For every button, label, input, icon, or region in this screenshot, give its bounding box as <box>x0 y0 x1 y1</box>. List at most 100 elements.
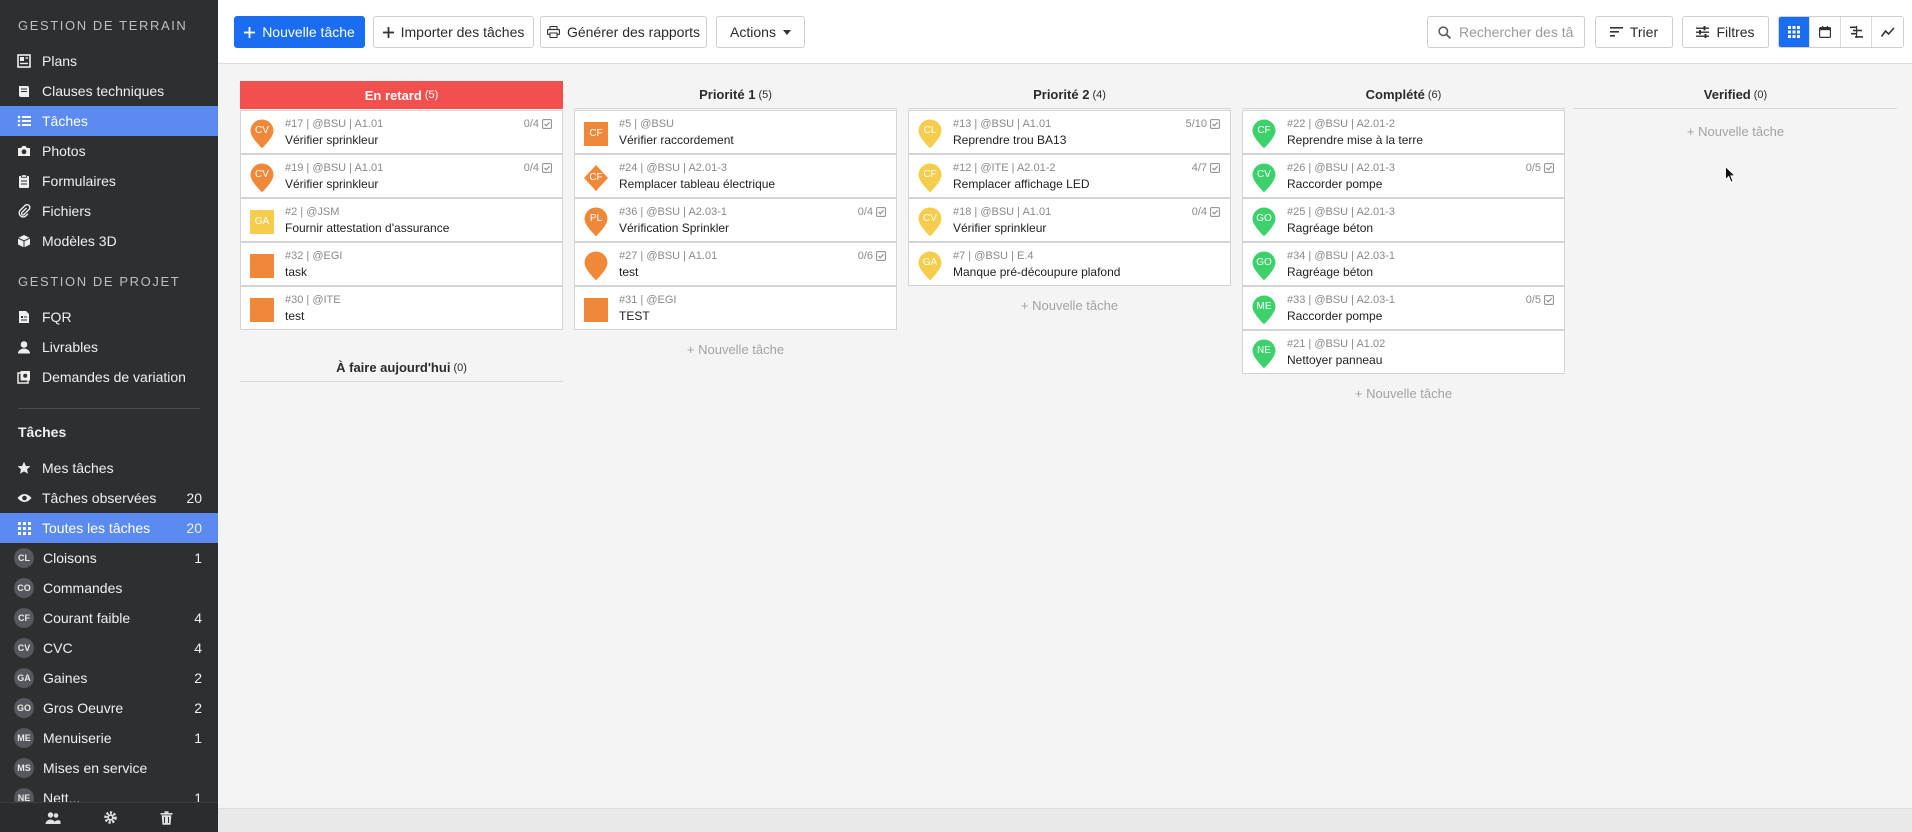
sidebar-item-photos[interactable]: Photos <box>0 136 218 166</box>
checklist-count: 4/7 <box>1191 162 1207 174</box>
sidebar-item-fqr[interactable]: FQR <box>0 302 218 332</box>
sort-button[interactable]: Trier <box>1595 16 1673 48</box>
add-task-link[interactable]: + Nouvelle tâche <box>908 298 1231 313</box>
sidebar-item-livrables[interactable]: Livrables <box>0 332 218 362</box>
calendar-view-button[interactable] <box>1810 17 1841 47</box>
document-icon <box>16 309 32 325</box>
column-count: (5) <box>758 88 772 101</box>
checklist-count: 0/5 <box>1525 162 1541 174</box>
task-card[interactable]: GA #7 | @BSU | E.4 Manque pré-découpure pl… <box>908 242 1231 286</box>
task-title: Reprendre mise à la terre <box>1287 133 1424 147</box>
actions-dropdown[interactable]: Actions <box>716 16 805 48</box>
horizontal-scrollbar[interactable] <box>218 808 1912 832</box>
board-view-button[interactable] <box>1779 17 1810 47</box>
task-card[interactable]: #30 | @ITE test <box>240 286 563 330</box>
category-badge: CF <box>14 608 34 628</box>
category-courant-faible[interactable]: CF Courant faible 4 <box>0 603 218 633</box>
category-marker-icon <box>249 251 275 281</box>
task-title: Vérifier sprinkleur <box>285 177 379 191</box>
add-task-link[interactable]: + Nouvelle tâche <box>1242 386 1565 401</box>
task-card[interactable]: CF #24 | @BSU | A2.01-3 Remplacer tableau … <box>574 154 897 198</box>
sidebar-item-demandes-variation[interactable]: Demandes de variation <box>0 362 218 392</box>
task-title: Ragréage béton <box>1287 221 1374 235</box>
category-code: CF <box>1257 125 1271 136</box>
sidebar-item-formulaires[interactable]: Formulaires <box>0 166 218 196</box>
chart-view-button[interactable] <box>1872 17 1903 47</box>
gear-icon[interactable] <box>103 810 118 825</box>
task-card[interactable]: CF #5 | @BSU Vérifier raccordement <box>574 110 897 154</box>
category-mises-en-service[interactable]: MS Mises en service <box>0 753 218 783</box>
task-card[interactable]: CV #18 | @BSU | A1.01 Vérifier sprinkleur 0… <box>908 198 1231 242</box>
category-cvc[interactable]: CV CVC 4 <box>0 633 218 663</box>
sidebar-item-label: Demandes de variation <box>42 369 186 385</box>
category-menuiserie[interactable]: ME Menuiserie 1 <box>0 723 218 753</box>
search-input[interactable] <box>1459 24 1579 40</box>
filter-taches-observees[interactable]: Tâches observées 20 <box>0 483 218 513</box>
import-tasks-button[interactable]: Importer des tâches <box>373 16 534 48</box>
task-card[interactable]: PL #36 | @BSU | A2.03-1 Vérification Sprin… <box>574 198 897 242</box>
task-title: Remplacer affichage LED <box>953 177 1090 191</box>
category-code: CV <box>255 125 269 136</box>
task-card[interactable]: #31 | @EGI TEST <box>574 286 897 330</box>
category-count: 1 <box>194 550 202 566</box>
filters-button[interactable]: Filtres <box>1682 16 1769 48</box>
task-card[interactable]: GA #2 | @JSM Fournir attestation d'assuran… <box>240 198 563 242</box>
category-commandes[interactable]: CO Commandes <box>0 573 218 603</box>
task-card[interactable]: #27 | @BSU | A1.01 test 0/6 <box>574 242 897 286</box>
category-marker-icon: CV <box>249 163 275 194</box>
copy-icon <box>16 369 32 385</box>
add-task-link[interactable]: + Nouvelle tâche <box>1574 124 1897 139</box>
sidebar-item-clauses[interactable]: Clauses techniques <box>0 76 218 106</box>
plus-icon <box>244 26 256 38</box>
task-title: Manque pré-découpure plafond <box>953 265 1121 279</box>
task-meta: #30 | @ITE <box>285 294 341 306</box>
tasks-heading: Tâches <box>18 424 67 440</box>
filter-mes-taches[interactable]: Mes tâches <box>0 453 218 483</box>
category-gaines[interactable]: GA Gaines 2 <box>0 663 218 693</box>
sidebar-item-modeles-3d[interactable]: Modèles 3D <box>0 226 218 256</box>
task-card[interactable]: CV #26 | @BSU | A2.01-3 Raccorder pompe 0/5 <box>1242 154 1565 198</box>
checklist-count: 0/4 <box>523 162 539 174</box>
task-card[interactable]: ME #33 | @BSU | A2.03-1 Raccorder pompe 0/5 <box>1242 286 1565 330</box>
category-marker-icon: CV <box>1251 163 1277 194</box>
add-task-link[interactable]: + Nouvelle tâche <box>574 342 897 357</box>
column-header: Complété (6) <box>1242 81 1565 109</box>
generate-reports-button[interactable]: Générer des rapports <box>540 16 707 48</box>
sidebar-item-label: Formulaires <box>42 173 116 189</box>
clipboard-icon <box>16 173 32 189</box>
task-meta: #31 | @EGI <box>619 294 677 306</box>
task-card[interactable]: CF #22 | @BSU | A2.01-2 Reprendre mise à l… <box>1242 110 1565 154</box>
task-card[interactable]: #32 | @EGI task <box>240 242 563 286</box>
checkbox-icon <box>1541 295 1554 305</box>
category-code: CF <box>589 128 603 139</box>
category-label: Courant faible <box>43 610 131 626</box>
task-meta: #18 | @BSU | A1.01 <box>953 206 1052 218</box>
checkbox-icon <box>873 207 886 217</box>
search-box[interactable] <box>1427 16 1585 48</box>
sidebar-footer <box>0 802 218 832</box>
filter-label: Toutes les tâches <box>42 520 151 536</box>
sidebar-item-taches[interactable]: Tâches <box>0 106 218 136</box>
column-header: En retard (5) <box>240 81 563 109</box>
filter-toutes-les-taches[interactable]: Toutes les tâches 20 <box>0 513 218 543</box>
new-task-button[interactable]: Nouvelle tâche <box>234 16 365 48</box>
task-card[interactable]: CV #17 | @BSU | A1.01 Vérifier sprinkleur 0… <box>240 110 563 154</box>
category-code: PL <box>589 213 603 224</box>
trash-icon[interactable] <box>160 810 173 825</box>
gantt-view-button[interactable] <box>1841 17 1872 47</box>
gantt-icon <box>1849 26 1863 38</box>
task-title: Vérifier sprinkleur <box>953 221 1047 235</box>
category-cloisons[interactable]: CL Cloisons 1 <box>0 543 218 573</box>
sidebar-item-plans[interactable]: Plans <box>0 46 218 76</box>
task-card[interactable]: CL #13 | @BSU | A1.01 Reprendre trou BA13 5… <box>908 110 1231 154</box>
task-card[interactable]: GO #34 | @BSU | A2.03-1 Ragréage béton <box>1242 242 1565 286</box>
category-marker-icon: NE <box>1251 339 1277 370</box>
sidebar-item-fichiers[interactable]: Fichiers <box>0 196 218 226</box>
task-card[interactable]: NE #21 | @BSU | A1.02 Nettoyer panneau <box>1242 330 1565 374</box>
task-card[interactable]: CF #12 | @ITE | A2.01-2 Remplacer affichag… <box>908 154 1231 198</box>
task-card[interactable]: GO #25 | @BSU | A2.01-3 Ragréage béton <box>1242 198 1565 242</box>
task-card[interactable]: CV #19 | @BSU | A1.01 Vérifier sprinkleur 0… <box>240 154 563 198</box>
team-icon[interactable] <box>45 811 61 825</box>
category-gros-oeuvre[interactable]: GO Gros Oeuvre 2 <box>0 693 218 723</box>
column-count: (6) <box>1427 88 1442 101</box>
